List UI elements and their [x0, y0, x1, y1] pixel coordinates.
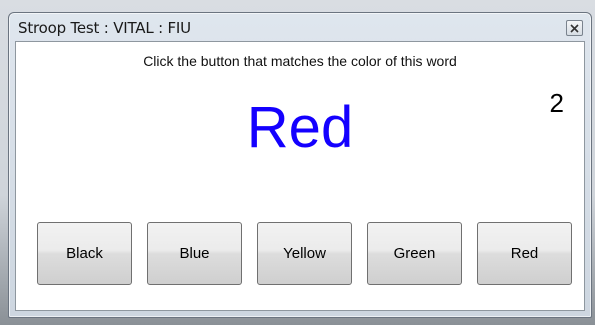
red-button[interactable]: Red	[477, 222, 572, 285]
yellow-button[interactable]: Yellow	[257, 222, 352, 285]
content-area: Click the button that matches the color …	[15, 41, 585, 311]
window-title: Stroop Test : VITAL : FIU	[18, 19, 191, 37]
black-button[interactable]: Black	[37, 222, 132, 285]
stroop-window: Stroop Test : VITAL : FIU Click the butt…	[8, 12, 592, 318]
stimulus-word: Red	[246, 95, 354, 160]
instruction-text: Click the button that matches the color …	[143, 53, 457, 69]
green-button[interactable]: Green	[367, 222, 462, 285]
close-icon	[570, 23, 579, 33]
title-bar[interactable]: Stroop Test : VITAL : FIU	[9, 13, 591, 41]
blue-button[interactable]: Blue	[147, 222, 242, 285]
close-button[interactable]	[566, 20, 583, 36]
color-button-row: Black Blue Yellow Green Red	[37, 222, 577, 285]
